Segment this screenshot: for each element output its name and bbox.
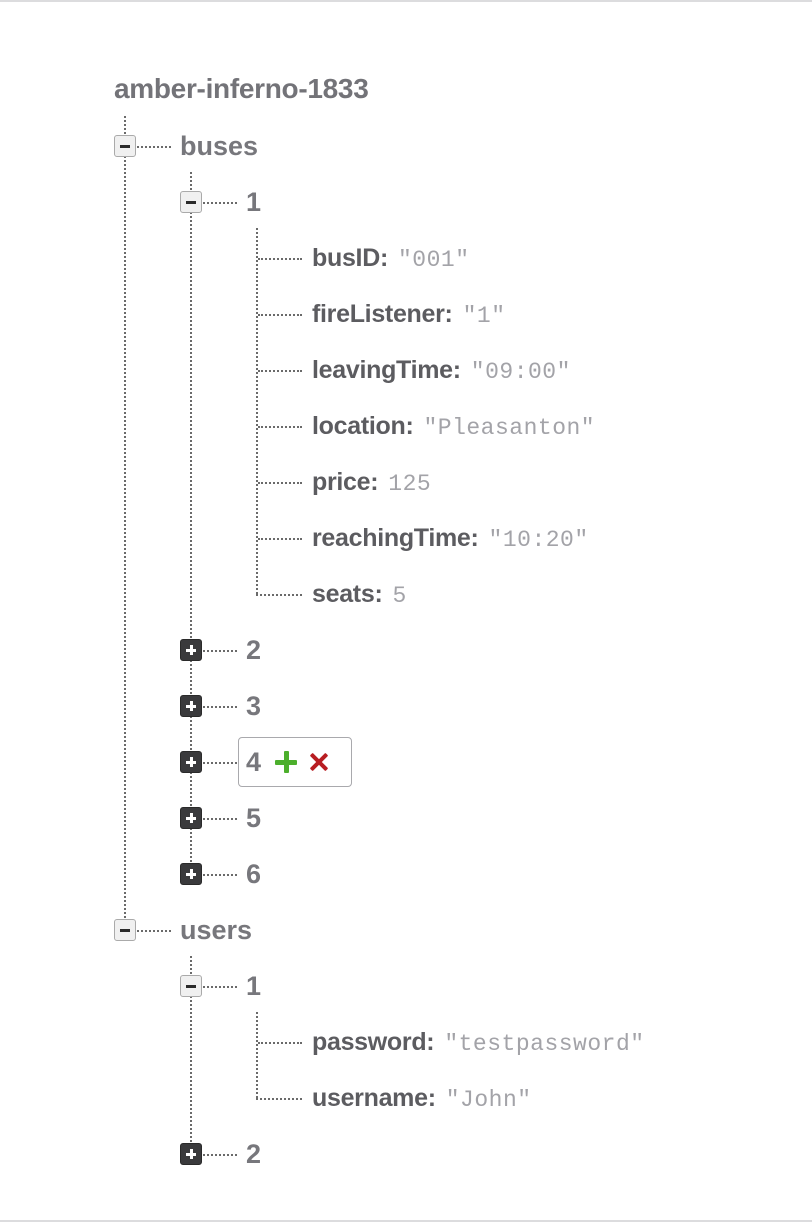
node-users[interactable]: users bbox=[180, 913, 252, 947]
plus-icon[interactable] bbox=[275, 751, 297, 773]
tree-guide-user-1 bbox=[256, 1012, 258, 1098]
tree-connector bbox=[258, 482, 302, 484]
expand-icon[interactable] bbox=[180, 695, 202, 717]
field-key: location: bbox=[312, 412, 414, 440]
field-busid[interactable]: busID: "001" bbox=[312, 241, 470, 279]
field-reachingtime[interactable]: reachingTime: "10:20" bbox=[312, 521, 589, 559]
field-value: "testpassword" bbox=[444, 1031, 645, 1057]
field-key: seats: bbox=[312, 580, 383, 608]
collapse-icon[interactable] bbox=[180, 975, 202, 997]
node-edit-controls: 4 bbox=[238, 737, 352, 787]
top-border bbox=[0, 0, 812, 2]
tree-connector bbox=[203, 762, 237, 764]
tree-connector bbox=[258, 314, 302, 316]
field-seats[interactable]: seats: 5 bbox=[312, 577, 407, 615]
node-bus-1[interactable]: 1 bbox=[246, 185, 261, 219]
tree-connector bbox=[256, 1098, 302, 1100]
field-key: busID: bbox=[312, 244, 388, 272]
node-buses[interactable]: buses bbox=[180, 129, 258, 163]
field-key: fireListener: bbox=[312, 300, 453, 328]
node-bus-3[interactable]: 3 bbox=[246, 689, 261, 723]
field-value: 5 bbox=[392, 583, 407, 609]
tree-connector bbox=[258, 538, 302, 540]
bottom-border bbox=[0, 1220, 812, 1222]
database-root-name[interactable]: amber-inferno-1833 bbox=[114, 72, 369, 106]
tree-connector bbox=[203, 1154, 237, 1156]
node-bus-2[interactable]: 2 bbox=[246, 633, 261, 667]
field-value: "001" bbox=[397, 247, 470, 273]
tree-guide-root bbox=[124, 116, 126, 930]
tree-connector bbox=[203, 818, 237, 820]
field-value: "09:00" bbox=[470, 359, 571, 385]
expand-icon[interactable] bbox=[180, 863, 202, 885]
expand-icon[interactable] bbox=[180, 1143, 202, 1165]
field-value: "Pleasanton" bbox=[423, 415, 596, 441]
collapse-icon[interactable] bbox=[180, 191, 202, 213]
node-user-2[interactable]: 2 bbox=[246, 1137, 261, 1171]
field-value: "John" bbox=[445, 1087, 532, 1113]
field-leavingtime[interactable]: leavingTime: "09:00" bbox=[312, 353, 571, 391]
field-password[interactable]: password: "testpassword" bbox=[312, 1025, 645, 1063]
field-firelistener[interactable]: fireListener: "1" bbox=[312, 297, 506, 335]
field-key: reachingTime: bbox=[312, 524, 479, 552]
field-key: username: bbox=[312, 1084, 436, 1112]
node-bus-5[interactable]: 5 bbox=[246, 801, 261, 835]
tree-connector bbox=[258, 1042, 302, 1044]
tree-connector bbox=[258, 370, 302, 372]
field-key: price: bbox=[312, 468, 379, 496]
field-value: "10:20" bbox=[488, 527, 589, 553]
field-key: leavingTime: bbox=[312, 356, 461, 384]
expand-icon[interactable] bbox=[180, 807, 202, 829]
node-bus-6[interactable]: 6 bbox=[246, 857, 261, 891]
field-key: password: bbox=[312, 1028, 435, 1056]
field-price[interactable]: price: 125 bbox=[312, 465, 431, 503]
tree-connector bbox=[137, 930, 171, 932]
tree-connector bbox=[258, 426, 302, 428]
x-icon[interactable] bbox=[309, 752, 329, 772]
collapse-icon[interactable] bbox=[114, 919, 136, 941]
tree-connector bbox=[256, 594, 302, 596]
field-username[interactable]: username: "John" bbox=[312, 1081, 532, 1119]
node-user-1[interactable]: 1 bbox=[246, 969, 261, 1003]
tree-connector bbox=[258, 258, 302, 260]
tree-connector bbox=[203, 706, 237, 708]
field-location[interactable]: location: "Pleasanton" bbox=[312, 409, 595, 447]
field-value: "1" bbox=[462, 303, 506, 329]
tree-connector bbox=[137, 146, 171, 148]
tree-connector bbox=[203, 874, 237, 876]
collapse-icon[interactable] bbox=[114, 135, 136, 157]
node-bus-4[interactable]: 4 bbox=[246, 745, 261, 779]
tree-connector bbox=[203, 986, 237, 988]
expand-icon[interactable] bbox=[180, 751, 202, 773]
tree-connector bbox=[203, 202, 237, 204]
field-value: 125 bbox=[388, 471, 432, 497]
tree-connector bbox=[203, 650, 237, 652]
expand-icon[interactable] bbox=[180, 639, 202, 661]
